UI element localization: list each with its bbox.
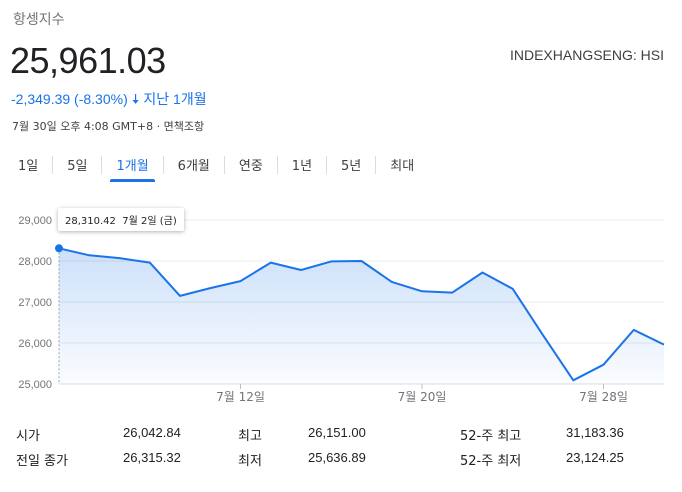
tab-range-6[interactable]: 5년	[327, 151, 375, 182]
chart-tooltip: 28,310.42 7월 2일 (금)	[58, 208, 184, 231]
stat-value: 31,183.36	[566, 425, 624, 440]
tooltip-value: 28,310.42	[65, 216, 116, 227]
tab-range-4[interactable]: 연중	[225, 151, 277, 182]
stats-row: 전일 종가 26,315.32 최저 25,636.89 52-주 최저 23,124.2…	[0, 450, 682, 474]
tab-range-7[interactable]: 최대	[376, 151, 428, 182]
arrow-down-icon: 🠇	[131, 91, 140, 107]
stat-value: 26,042.84	[123, 425, 181, 440]
y-tick-label: 25,000	[18, 379, 52, 391]
tab-range-2[interactable]: 1개월	[102, 151, 162, 182]
range-tabs: 1일 5일 1개월 6개월 연중 1년 5년 최대	[4, 151, 428, 182]
current-price: 25,961.03	[10, 40, 166, 81]
stat-value: 26,151.00	[308, 425, 366, 440]
stat-label: 52-주 최저	[460, 454, 522, 469]
hover-point	[55, 244, 63, 253]
change-period: 지난 1개월	[143, 91, 207, 107]
stat-value: 25,636.89	[308, 450, 366, 465]
timestamp: 7월 30일 오후 4:08 GMT+8 · 면책조항	[12, 120, 205, 133]
tab-range-5[interactable]: 1년	[278, 151, 326, 182]
tooltip-date: 7월 2일 (금)	[122, 216, 177, 227]
price-chart[interactable]: 29,000 28,000 27,000 26,000 25,000 7월 12일 7월 2…	[0, 200, 682, 415]
tab-range-1[interactable]: 5일	[53, 151, 101, 182]
y-tick-label: 28,000	[18, 256, 52, 268]
exchange-ticker: INDEXHANGSENG: HSI	[509, 47, 664, 63]
x-tick-label: 7월 20일	[398, 390, 447, 404]
stat-label: 52-주 최고	[460, 429, 522, 444]
tab-range-3[interactable]: 6개월	[164, 151, 224, 182]
stat-label: 최저	[238, 454, 262, 469]
stat-value: 26,315.32	[123, 450, 181, 465]
price-change-row: -2,349.39 (-8.30%) 🠇 지난 1개월	[11, 89, 207, 109]
stats-row: 시가 26,042.84 최고 26,151.00 52-주 최고 31,183.36	[0, 425, 682, 449]
x-tick-label: 7월 12일	[216, 390, 265, 404]
stat-label: 전일 종가	[16, 454, 68, 469]
stat-value: 23,124.25	[566, 450, 624, 465]
tab-range-0[interactable]: 1일	[4, 151, 52, 182]
stat-label: 최고	[238, 429, 262, 444]
y-tick-label: 27,000	[18, 297, 52, 309]
page-title: 항셍지수	[13, 12, 65, 28]
price-change: -2,349.39 (-8.30%)	[11, 91, 128, 107]
stat-label: 시가	[16, 429, 40, 444]
y-tick-label: 29,000	[18, 215, 52, 227]
area-fill	[59, 248, 664, 384]
y-tick-label: 26,000	[18, 338, 52, 350]
x-tick-label: 7월 28일	[579, 390, 628, 404]
